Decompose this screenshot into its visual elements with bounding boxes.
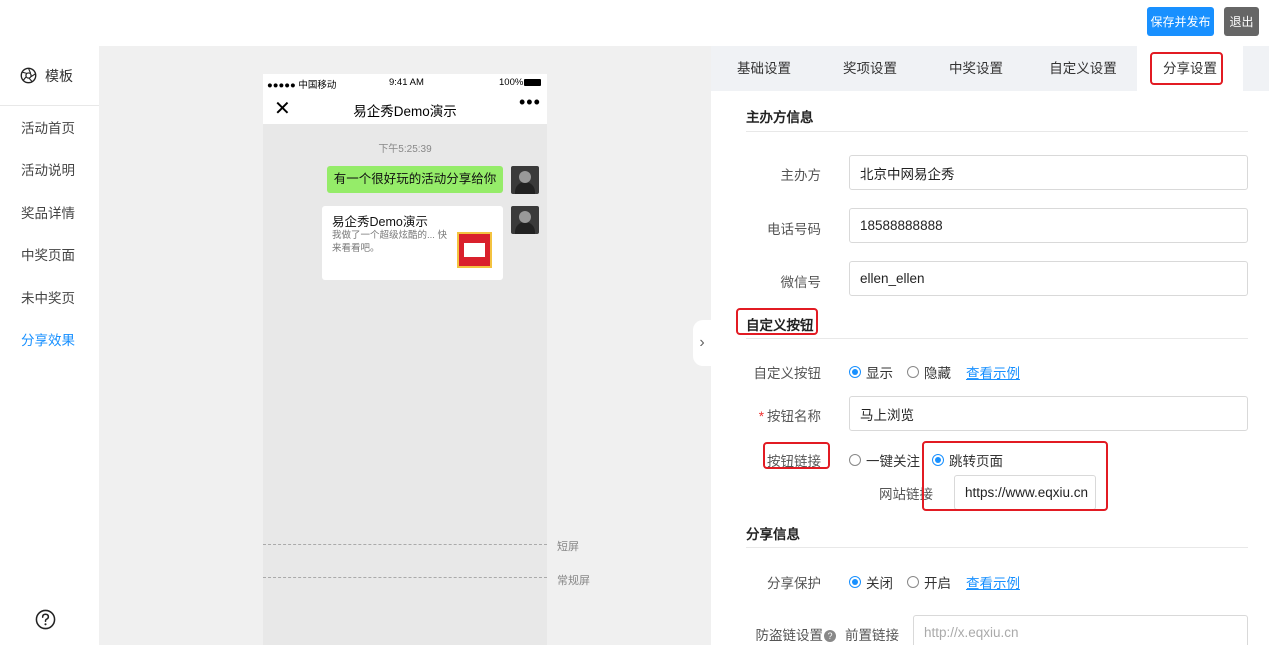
show-radio-label: 显示 [866,366,893,381]
button-name-input[interactable] [849,396,1248,431]
phone-nav-bar: ✕ 易企秀Demo演示 ••• [263,92,547,124]
hide-radio[interactable]: 隐藏 [907,362,951,382]
wechat-label: 微信号 [780,275,822,290]
highlight-box [922,441,1108,511]
button-name-label: * 按钮名称 [741,405,821,425]
prefix-link-label: 前置链接 [845,628,899,643]
highlight-box [763,442,830,469]
tab-basic[interactable]: 基础设置 [711,46,817,91]
sidebar-item-home[interactable]: 活动首页 [0,108,99,150]
chat-message: 有一个很好玩的活动分享给你 [327,166,503,193]
custom-button-example-link[interactable]: 查看示例 [966,362,1020,382]
radio-dot [849,366,861,378]
sidebar-menu: 活动首页 活动说明 奖品详情 中奖页面 未中奖页 分享效果 [0,108,99,362]
host-section-title: 主办方信息 [746,110,814,125]
tab-awards[interactable]: 奖项设置 [817,46,923,91]
card-title: 易企秀Demo演示 [332,215,428,229]
protect-on-label: 开启 [924,576,951,591]
phone-preview: ●●●●● 中国移动 9:41 AM 100% ✕ 易企秀Demo演示 ••• … [263,74,547,645]
custom-button-toggle-label: 自定义按钮 [753,366,822,381]
chevron-right-icon: › [699,334,705,351]
phone-title: 易企秀Demo演示 [353,104,457,119]
protect-on-radio[interactable]: 开启 [907,572,951,592]
card-thumbnail [457,232,492,268]
collapse-handle[interactable]: › [693,320,711,366]
tab-winning[interactable]: 中奖设置 [923,46,1029,91]
help-icon[interactable] [35,609,56,630]
phone-input[interactable] [849,208,1248,243]
required-mark: * [758,409,764,424]
aperture-icon [20,67,37,84]
battery-indicator: 100% [499,77,542,88]
protect-off-label: 关闭 [866,576,893,591]
phone-status-bar: ●●●●● 中国移动 9:41 AM 100% [263,74,547,92]
template-label: 模板 [45,67,73,84]
template-header[interactable]: 模板 [0,46,99,106]
anti-leech-label: 防盗链设置? [731,624,836,644]
share-section-title: 分享信息 [746,527,800,542]
normal-screen-label: 常规屏 [557,575,590,587]
battery-text: 100% [499,77,524,88]
sidebar-item-prize-details[interactable]: 奖品详情 [0,193,99,235]
carrier-text: ●●●●● 中国移动 [267,80,337,91]
sidebar: 模板 活动首页 活动说明 奖品详情 中奖页面 未中奖页 分享效果 [0,46,99,645]
divider [746,547,1248,548]
normal-screen-line [263,577,547,578]
host-label: 主办方 [780,168,822,183]
avatar [511,206,539,234]
radio-dot [907,576,919,588]
follow-radio-label: 一键关注 [866,454,920,469]
settings-panel: 基础设置 奖项设置 中奖设置 自定义设置 分享设置 主办方信息 主办方 电话号码… [711,46,1269,645]
battery-icon [524,79,542,86]
save-publish-button[interactable]: 保存并发布 [1147,7,1214,36]
tab-custom[interactable]: 自定义设置 [1029,46,1137,91]
share-example-link[interactable]: 查看示例 [966,572,1020,592]
hide-radio-label: 隐藏 [924,366,951,381]
chat-timestamp: 下午5:25:39 [378,144,432,155]
prefix-link-input[interactable] [913,615,1248,645]
host-input[interactable] [849,155,1248,190]
radio-dot [849,454,861,466]
button-name-label-text: 按钮名称 [767,409,821,424]
more-icon[interactable]: ••• [519,92,541,113]
clock-text: 9:41 AM [389,77,424,88]
follow-radio[interactable]: 一键关注 [849,450,920,470]
card-description: 我做了一个超级炫酷的... 快来看看吧。 [332,230,448,254]
show-radio[interactable]: 显示 [849,362,893,382]
highlight-box [1150,52,1223,85]
divider [746,131,1248,132]
share-protect-label: 分享保护 [767,576,821,591]
highlight-box [736,308,818,335]
anti-leech-label-text: 防盗链设置 [755,628,824,643]
divider [746,338,1248,339]
protect-off-radio[interactable]: 关闭 [849,572,893,592]
radio-dot [849,576,861,588]
sidebar-item-share-effect[interactable]: 分享效果 [0,320,99,362]
question-icon[interactable]: ? [824,630,836,642]
share-card: 易企秀Demo演示 我做了一个超级炫酷的... 快来看看吧。 [322,206,503,280]
short-screen-label: 短屏 [557,541,579,553]
short-screen-line [263,544,547,545]
phone-label: 电话号码 [767,222,821,237]
sidebar-item-win-page[interactable]: 中奖页面 [0,235,99,277]
exit-button[interactable]: 退出 [1224,7,1259,36]
top-bar: 保存并发布 退出 [0,0,1269,46]
sidebar-item-lose-page[interactable]: 未中奖页 [0,278,99,320]
radio-dot [907,366,919,378]
sidebar-item-description[interactable]: 活动说明 [0,150,99,192]
avatar [511,166,539,194]
wechat-input[interactable] [849,261,1248,296]
